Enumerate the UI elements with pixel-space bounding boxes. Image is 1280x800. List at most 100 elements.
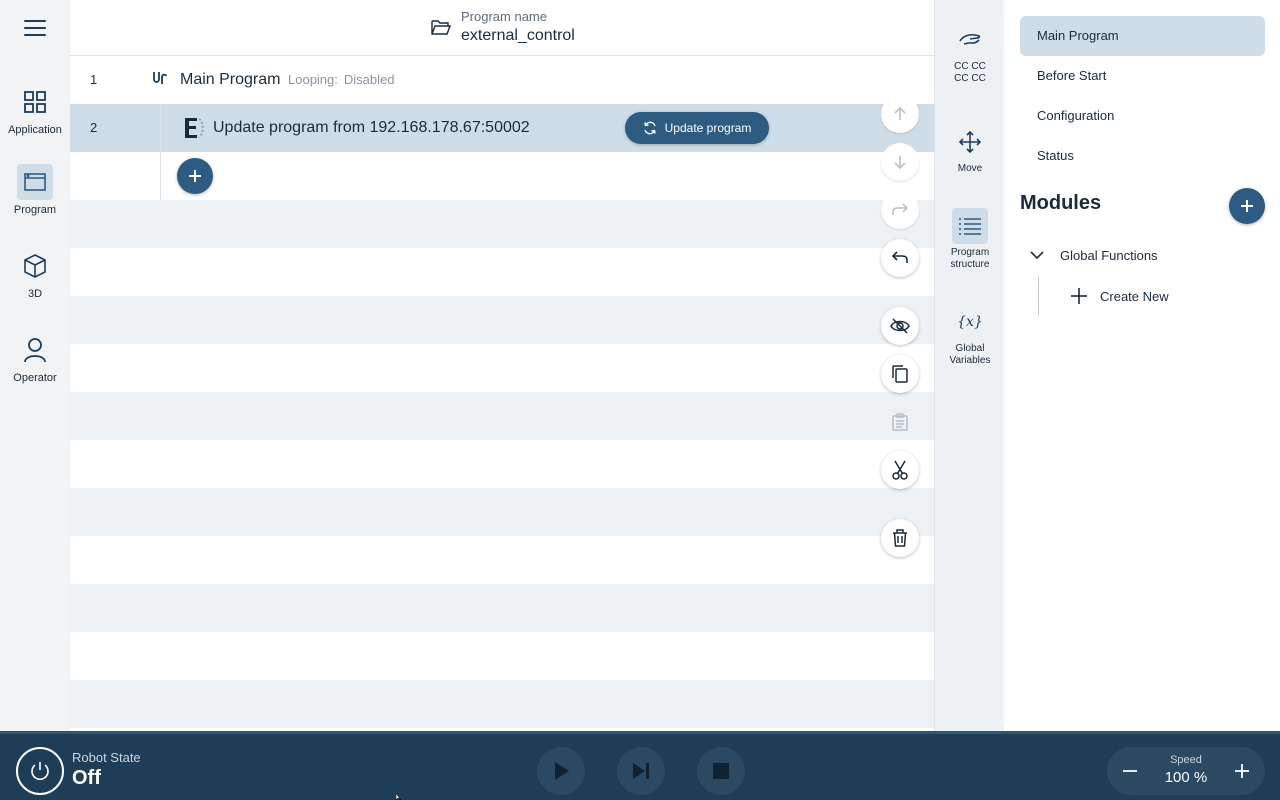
refresh-icon <box>643 121 656 135</box>
program-row-add <box>70 152 934 200</box>
empty-row <box>70 392 934 440</box>
structure-panel: Main Program Before Start Configuration … <box>1004 0 1280 731</box>
speed-increase-button[interactable] <box>1230 759 1254 783</box>
empty-row <box>70 344 934 392</box>
stop-icon <box>713 763 729 779</box>
empty-row <box>70 680 934 728</box>
hand-icon <box>952 22 988 58</box>
chevron-down-icon <box>1030 251 1044 260</box>
stop-button[interactable] <box>697 747 745 795</box>
rail-item-move[interactable]: Move <box>935 124 1005 175</box>
plus-icon <box>1071 288 1087 304</box>
modules-title: Modules <box>1020 192 1102 214</box>
structure-item-main-program[interactable]: Main Program <box>1020 16 1265 56</box>
cube-icon <box>17 248 53 284</box>
paste-button[interactable] <box>881 403 919 441</box>
rail-item-label: CC CC CC CC <box>954 61 986 84</box>
external-control-icon <box>185 118 204 138</box>
left-navigation: Application Program 3D Operator <box>0 0 70 731</box>
arrow-up-icon <box>894 106 906 120</box>
folder-open-icon <box>431 20 451 35</box>
row-number: 2 <box>90 120 98 135</box>
trash-icon <box>893 529 907 547</box>
ur-logo-icon <box>153 72 167 84</box>
nav-item-label: Program <box>13 204 57 216</box>
menu-icon[interactable] <box>24 20 46 40</box>
rail-item-label: Move <box>957 163 983 174</box>
main-program-title: Main Program <box>180 71 281 88</box>
rail-item-freedrive[interactable]: CC CC CC CC <box>935 22 1005 85</box>
speed-control: Speed 100 % <box>1107 747 1265 795</box>
redo-button[interactable] <box>881 191 919 229</box>
update-program-button[interactable]: Update program <box>625 112 769 144</box>
looping-label: Looping: <box>288 72 338 87</box>
mouse-cursor-icon <box>396 793 402 800</box>
program-window-icon <box>17 164 53 200</box>
person-icon <box>17 332 53 368</box>
nav-item-operator[interactable]: Operator <box>0 332 70 384</box>
skip-next-icon <box>633 763 649 779</box>
hide-button[interactable] <box>881 307 919 345</box>
structure-item-status[interactable]: Status <box>1020 136 1265 176</box>
robot-state-value: Off <box>72 767 101 789</box>
step-button[interactable] <box>617 747 665 795</box>
rail-item-label: Program structure <box>950 247 990 270</box>
nav-item-program[interactable]: Program <box>0 164 70 216</box>
row-number: 1 <box>90 72 98 87</box>
empty-row <box>70 296 934 344</box>
rail-item-program-structure[interactable]: Program structure <box>935 208 1005 271</box>
copy-icon <box>892 365 908 383</box>
structure-item-configuration[interactable]: Configuration <box>1020 96 1265 136</box>
looping-value: Disabled <box>343 72 395 87</box>
empty-row <box>70 488 934 536</box>
copy-button[interactable] <box>881 355 919 393</box>
looping-status: Looping: Disabled <box>288 56 394 104</box>
empty-row <box>70 200 934 248</box>
undo-button[interactable] <box>881 239 919 277</box>
add-module-button[interactable] <box>1229 188 1265 224</box>
play-icon <box>555 762 569 780</box>
rail-item-label: Global Variables <box>949 343 991 366</box>
program-tree: 1 Main Program Looping: Disabled 2 Update… <box>70 56 934 731</box>
grid-icon <box>17 84 53 120</box>
power-button[interactable] <box>16 747 64 795</box>
update-program-label: Update program <box>664 121 752 135</box>
program-row-main[interactable]: 1 Main Program Looping: Disabled <box>70 56 934 104</box>
cut-button[interactable] <box>881 451 919 489</box>
empty-row <box>70 248 934 296</box>
side-rail: CC CC CC CC Move Program structure {x} G… <box>934 0 1004 731</box>
tree-line <box>1038 276 1039 316</box>
nav-item-label: 3D <box>27 288 43 300</box>
nav-item-label: Application <box>8 124 62 136</box>
delete-button[interactable] <box>881 519 919 557</box>
move-arrows-icon <box>952 124 988 160</box>
rail-item-global-variables[interactable]: {x} Global Variables <box>935 304 1005 367</box>
power-icon <box>31 762 49 780</box>
global-functions-toggle[interactable]: Global Functions <box>1030 243 1158 267</box>
plus-icon <box>1241 200 1253 212</box>
nav-item-label: Operator <box>13 372 57 384</box>
program-row-external-control[interactable]: 2 Update program from 192.168.178.67:500… <box>70 104 934 152</box>
nav-item-application[interactable]: Application <box>0 84 70 136</box>
redo-icon <box>892 203 909 215</box>
move-down-button[interactable] <box>881 143 919 181</box>
undo-icon <box>891 251 908 263</box>
empty-row <box>70 440 934 488</box>
play-button[interactable] <box>537 747 585 795</box>
global-functions-label: Global Functions <box>1060 247 1158 263</box>
structure-item-before-start[interactable]: Before Start <box>1020 56 1265 96</box>
variable-icon: {x} <box>952 304 988 340</box>
empty-row <box>70 584 934 632</box>
eye-off-icon <box>890 318 910 334</box>
add-node-button[interactable] <box>177 158 213 194</box>
create-new-label: Create New <box>1100 288 1169 304</box>
tree-gutter <box>160 104 161 200</box>
move-up-button[interactable] <box>881 95 919 133</box>
list-icon <box>952 208 988 244</box>
program-name-value: external_control <box>461 27 575 44</box>
variable-glyph: {x} <box>957 314 983 330</box>
plus-icon <box>189 170 201 182</box>
nav-item-3d[interactable]: 3D <box>0 248 70 300</box>
plus-icon <box>1235 764 1249 778</box>
create-new-button[interactable]: Create New <box>1070 284 1169 308</box>
